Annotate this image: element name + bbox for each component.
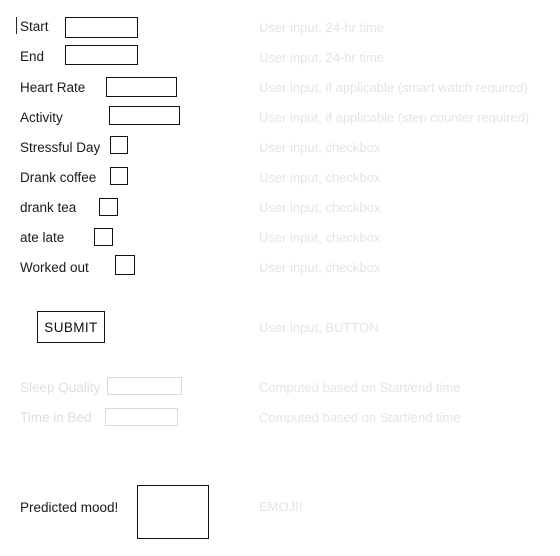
start-label-text: Start (20, 19, 49, 34)
drank-tea-label: drank tea (20, 200, 77, 215)
activity-label: Activity (20, 110, 63, 125)
start-label: Start (16, 17, 49, 34)
start-annotation: User input, 24-hr time (259, 20, 384, 35)
text-caret (16, 17, 17, 34)
ate-late-annotation: User input, checkbox (259, 230, 381, 245)
heart-rate-input[interactable] (106, 77, 177, 97)
ate-late-checkbox[interactable] (94, 228, 113, 246)
end-annotation: User input, 24-hr time (259, 50, 384, 65)
time-in-bed-output (105, 408, 178, 426)
drank-coffee-annotation: User input, checkbox (259, 170, 381, 185)
stressful-day-annotation: User input, checkbox (259, 140, 381, 155)
sleep-quality-label: Sleep Quality (20, 380, 101, 395)
heart-rate-annotation: User input, if applicable (smart watch r… (259, 80, 528, 95)
drank-coffee-checkbox[interactable] (110, 167, 128, 185)
predicted-mood-label: Predicted mood! (20, 500, 119, 515)
sleep-quality-output (107, 377, 182, 395)
time-in-bed-annotation: Computed based on Start/end time (259, 410, 461, 425)
activity-annotation: User input, if applicable (step counter … (259, 110, 530, 125)
drank-tea-checkbox[interactable] (99, 198, 118, 216)
start-input[interactable] (65, 17, 138, 38)
drank-tea-annotation: User input, checkbox (259, 200, 381, 215)
worked-out-checkbox[interactable] (115, 255, 135, 275)
stressful-day-checkbox[interactable] (110, 136, 128, 154)
heart-rate-label: Heart Rate (20, 80, 86, 95)
submit-button[interactable]: SUBMIT (37, 311, 105, 343)
activity-input[interactable] (109, 106, 180, 125)
worked-out-label: Worked out (20, 260, 89, 275)
drank-coffee-label: Drank coffee (20, 170, 97, 185)
sleep-quality-annotation: Computed based on Start/end time (259, 380, 461, 395)
stressful-day-label: Stressful Day (20, 140, 101, 155)
predicted-mood-annotation: EMOJI! (259, 499, 303, 514)
end-input[interactable] (65, 45, 138, 65)
predicted-mood-output (137, 485, 209, 539)
end-label: End (20, 49, 45, 64)
time-in-bed-label: Time in Bed (20, 410, 92, 425)
submit-annotation: User input, BUTTON (259, 320, 379, 335)
ate-late-label: ate late (20, 230, 65, 245)
worked-out-annotation: User input, checkbox (259, 260, 381, 275)
